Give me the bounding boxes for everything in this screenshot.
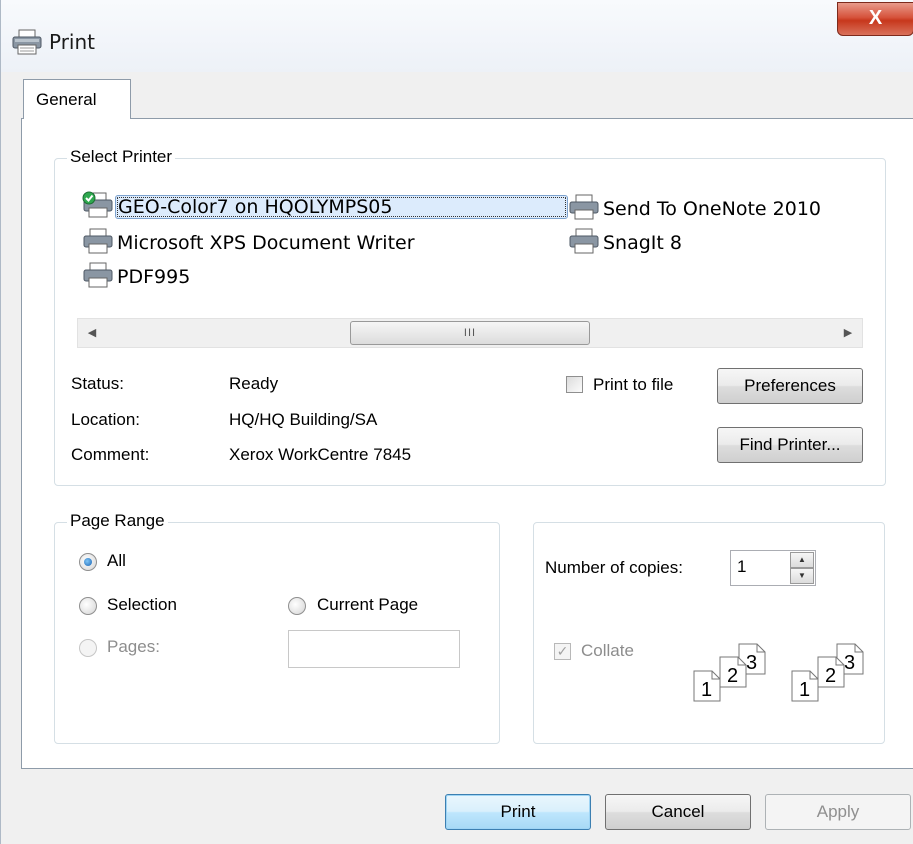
page-range-title: Page Range: [67, 511, 168, 531]
pages-input[interactable]: [288, 630, 460, 668]
scroll-right-icon[interactable]: ▶: [834, 319, 862, 347]
printer-item-send-to-onenote[interactable]: Send To OneNote 2010: [567, 193, 821, 226]
tab-general-label: General: [36, 90, 97, 109]
printer-name: Microsoft XPS Document Writer: [117, 232, 415, 254]
printer-icon: [567, 227, 603, 260]
tab-general[interactable]: General: [23, 79, 131, 120]
printer-icon: [567, 193, 603, 226]
printer-icon: [81, 227, 117, 260]
title-bar[interactable]: Print X: [1, 0, 913, 72]
print-dialog: Print X General Select Printer GEO-Color…: [0, 0, 913, 844]
preferences-button[interactable]: Preferences: [717, 368, 863, 404]
copies-group: [533, 522, 885, 744]
status-label: Status:: [71, 374, 124, 393]
printer-name: GEO-Color7 on HQOLYMPS05: [115, 195, 568, 219]
printer-name: PDF995: [117, 266, 191, 288]
printer-default-icon: [81, 191, 117, 224]
page-range-all-label[interactable]: All: [107, 551, 126, 571]
find-printer-button[interactable]: Find Printer...: [717, 427, 863, 463]
printer-item-pdf995[interactable]: PDF995: [81, 261, 191, 294]
printer-name: Send To OneNote 2010: [603, 198, 821, 220]
page-range-all-radio[interactable]: [79, 553, 97, 571]
page-range-selection-label[interactable]: Selection: [107, 595, 177, 615]
page-range-pages-label[interactable]: Pages:: [107, 637, 160, 657]
collate-page-icon: 1: [791, 670, 819, 702]
location-label: Location:: [71, 410, 140, 429]
page-range-selection-radio[interactable]: [79, 597, 97, 615]
printer-item-geo-color7[interactable]: GEO-Color7 on HQOLYMPS05: [81, 191, 568, 224]
select-printer-title: Select Printer: [67, 147, 176, 167]
collate-label[interactable]: Collate: [581, 641, 634, 661]
status-value: Ready: [229, 374, 279, 393]
cancel-button[interactable]: Cancel: [605, 794, 751, 830]
spin-up-icon[interactable]: ▲: [790, 552, 814, 568]
print-to-file-label[interactable]: Print to file: [593, 375, 673, 395]
collate-checkbox[interactable]: ✓: [554, 643, 571, 660]
comment-value: Xerox WorkCentre 7845: [229, 445, 412, 464]
printer-icon: [11, 29, 43, 55]
printer-item-snagit[interactable]: SnagIt 8: [567, 227, 682, 260]
close-icon: X: [868, 7, 883, 29]
printer-name: SnagIt 8: [603, 232, 682, 254]
close-button[interactable]: X: [837, 2, 913, 36]
printer-list-scrollbar[interactable]: ◀ III ▶: [77, 318, 863, 348]
scroll-thumb[interactable]: III: [350, 321, 590, 345]
collate-page-icon: 2: [817, 656, 845, 688]
page-range-pages-radio[interactable]: [79, 639, 97, 657]
window-title: Print: [49, 30, 96, 54]
print-button[interactable]: Print: [445, 794, 591, 830]
page-range-current-page-label[interactable]: Current Page: [317, 595, 418, 615]
apply-button[interactable]: Apply: [765, 794, 911, 830]
comment-label: Comment:: [71, 445, 150, 464]
page-range-current-page-radio[interactable]: [288, 597, 306, 615]
scroll-left-icon[interactable]: ◀: [78, 319, 106, 347]
printer-icon: [81, 261, 117, 294]
printer-item-microsoft-xps[interactable]: Microsoft XPS Document Writer: [81, 227, 415, 260]
number-of-copies-value: 1: [737, 557, 747, 576]
print-to-file-checkbox[interactable]: [566, 376, 583, 393]
location-value: HQ/HQ Building/SA: [229, 410, 378, 429]
number-of-copies-label: Number of copies:: [545, 558, 683, 577]
collate-page-icon: 2: [719, 656, 747, 688]
collate-page-icon: 1: [693, 670, 721, 702]
spin-down-icon[interactable]: ▼: [790, 568, 814, 584]
copies-spinner[interactable]: ▲ ▼: [790, 552, 814, 584]
